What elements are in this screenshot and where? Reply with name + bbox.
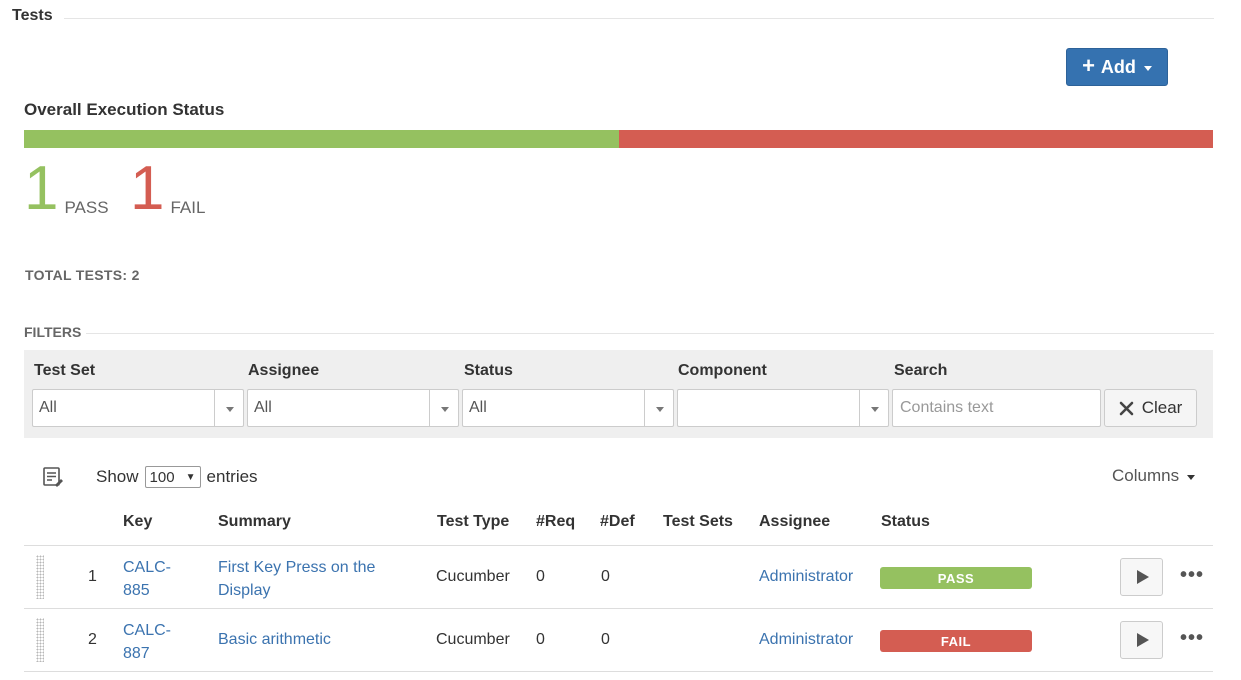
section-divider (64, 18, 1214, 19)
table-row: 1 CALC- 885 First Key Press on the Display… (24, 546, 1213, 609)
plus-icon: + (1082, 53, 1095, 78)
filter-panel: Test Set Assignee Status Component Searc… (24, 350, 1213, 438)
section-title: Tests (12, 7, 53, 24)
ellipsis-icon[interactable]: ••• (1180, 564, 1204, 587)
component-label: Component (678, 362, 767, 379)
assignee-label: Assignee (248, 362, 320, 379)
columns-toggle[interactable]: Columns (1112, 466, 1196, 486)
col-key[interactable]: Key (123, 513, 152, 531)
run-test-button[interactable] (1120, 558, 1163, 596)
status-badge: PASS (880, 567, 1032, 589)
fail-label: FAIL (170, 198, 206, 217)
run-test-button[interactable] (1120, 621, 1163, 659)
test-key-link[interactable]: CALC- 887 (123, 619, 171, 665)
caret-down-icon[interactable] (859, 390, 888, 426)
row-index: 2 (88, 631, 97, 648)
total-tests: TOTAL TESTS: 2 (25, 267, 140, 283)
clear-button-label: Clear (1141, 398, 1183, 417)
table-header: Key Summary Test Type #Req #Def Test Set… (24, 512, 1213, 546)
assignee-link[interactable]: Administrator (759, 631, 853, 649)
progress-pass-segment (24, 130, 619, 148)
test-set-label: Test Set (34, 362, 96, 379)
add-button[interactable]: + Add (1066, 48, 1168, 86)
entries-suffix: entries (206, 467, 258, 486)
row-index: 1 (88, 568, 97, 585)
drag-handle-icon[interactable] (36, 555, 44, 599)
col-req[interactable]: #Req (536, 513, 575, 531)
execution-progress-bar (24, 130, 1213, 148)
col-def[interactable]: #Def (600, 513, 635, 531)
ellipsis-icon[interactable]: ••• (1180, 627, 1204, 650)
test-set-value: All (39, 399, 57, 416)
col-status[interactable]: Status (881, 513, 930, 531)
col-summary[interactable]: Summary (218, 513, 291, 531)
play-icon (1137, 633, 1149, 647)
component-select[interactable] (677, 389, 889, 427)
test-summary-link[interactable]: First Key Press on the Display (218, 556, 375, 602)
status-badge: FAIL (880, 630, 1032, 652)
filters-divider (86, 333, 1214, 334)
list-edit-icon[interactable] (42, 466, 64, 488)
caret-down-icon[interactable] (214, 390, 243, 426)
caret-down-icon (1143, 66, 1152, 71)
col-test-type[interactable]: Test Type (437, 513, 509, 531)
test-type: Cucumber (436, 631, 510, 648)
assignee-value: All (254, 399, 272, 416)
filters-title: FILTERS (24, 324, 82, 340)
clear-button[interactable]: Clear (1104, 389, 1197, 427)
req-count: 0 (536, 568, 545, 585)
x-icon (1119, 401, 1133, 415)
def-count: 0 (601, 631, 610, 648)
req-count: 0 (536, 631, 545, 648)
test-type: Cucumber (436, 568, 510, 585)
play-icon (1137, 570, 1149, 584)
pass-count: 1 (24, 154, 59, 223)
entries-select[interactable]: 100 ▼ (144, 466, 201, 488)
fail-count: 1 (130, 154, 165, 223)
test-summary-link[interactable]: Basic arithmetic (218, 631, 331, 649)
caret-down-icon: ▼ (185, 471, 196, 483)
pass-label: PASS (64, 198, 109, 217)
entries-value: 100 (149, 468, 175, 486)
test-key-link[interactable]: CALC- 885 (123, 556, 171, 602)
pass-counter: 1 PASS (24, 158, 109, 220)
test-set-select[interactable]: All (32, 389, 244, 427)
caret-down-icon[interactable] (644, 390, 673, 426)
drag-handle-icon[interactable] (36, 618, 44, 662)
add-button-label: Add (1100, 56, 1136, 77)
assignee-select[interactable]: All (247, 389, 459, 427)
status-value: All (469, 399, 487, 416)
col-assignee[interactable]: Assignee (759, 513, 830, 531)
caret-down-icon[interactable] (429, 390, 458, 426)
search-input[interactable] (892, 389, 1101, 427)
show-entries: Show 100 ▼ entries (96, 466, 258, 488)
def-count: 0 (601, 568, 610, 585)
columns-label: Columns (1112, 466, 1180, 485)
overall-status-title: Overall Execution Status (24, 100, 225, 119)
table-row: 2 CALC- 887 Basic arithmetic Cucumber 0 0… (24, 609, 1213, 672)
progress-fail-segment (618, 130, 1213, 148)
search-label: Search (894, 362, 948, 379)
assignee-link[interactable]: Administrator (759, 568, 853, 586)
show-label: Show (96, 467, 139, 486)
fail-counter: 1 FAIL (130, 158, 205, 220)
caret-down-icon (1187, 475, 1196, 480)
col-test-sets[interactable]: Test Sets (663, 513, 733, 531)
status-label: Status (464, 362, 513, 379)
status-select[interactable]: All (462, 389, 674, 427)
